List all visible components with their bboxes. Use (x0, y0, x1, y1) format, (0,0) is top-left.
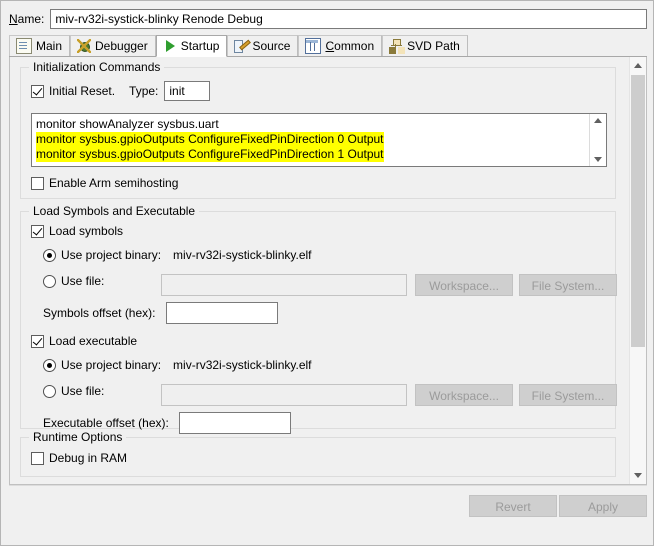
symbols-project-binary-row: Use project binary: miv-rv32i-systick-bl… (43, 248, 312, 262)
command-line: monitor sysbus.gpioOutputs ConfigureFixe… (36, 147, 384, 162)
scroll-up-button[interactable] (630, 57, 646, 74)
initial-reset-row: Initial Reset. Type: (31, 81, 211, 101)
exec-project-binary-value: miv-rv32i-systick-blinky.elf (173, 358, 312, 372)
symbols-file-system-button[interactable]: File System... (519, 274, 617, 296)
initialization-commands-group: Initialization Commands Initial Reset. T… (20, 60, 616, 199)
symbols-use-project-binary-radio[interactable] (43, 248, 56, 262)
tab-common[interactable]: Common (298, 35, 383, 56)
exec-use-file-row: Use file: (43, 384, 104, 398)
document-icon (16, 38, 32, 54)
apply-button[interactable]: Apply (559, 495, 647, 517)
load-symbols-checkbox[interactable] (31, 224, 44, 238)
tab-svd-path[interactable]: SVD Path (382, 35, 468, 56)
config-name-label: Name: (9, 12, 45, 26)
exec-use-project-binary-radio[interactable] (43, 358, 56, 372)
runtime-options-group: Runtime Options Debug in RAM (20, 430, 616, 477)
debug-in-ram-label: Debug in RAM (49, 451, 128, 465)
tab-main[interactable]: Main (9, 35, 71, 56)
initial-reset-checkbox[interactable] (31, 84, 44, 98)
tab-svd-path-label: SVD Path (407, 39, 460, 53)
startup-tab-content: Initialization Commands Initial Reset. T… (10, 57, 625, 484)
debug-in-ram-checkbox[interactable] (31, 451, 44, 465)
symbols-use-project-binary-label: Use project binary: (61, 248, 162, 262)
load-executable-checkbox[interactable] (31, 334, 44, 348)
config-name-input[interactable] (50, 9, 647, 29)
load-symbols-executable-title: Load Symbols and Executable (29, 204, 200, 218)
symbols-project-binary-value: miv-rv32i-systick-blinky.elf (173, 248, 312, 262)
symbols-offset-row: Symbols offset (hex): (43, 302, 278, 324)
exec-use-file-input[interactable] (161, 384, 407, 406)
enable-semihosting-checkbox[interactable] (31, 176, 44, 190)
chevron-down-icon (634, 473, 642, 478)
config-name-row: Name: (9, 8, 647, 30)
executable-offset-label: Executable offset (hex): (43, 416, 169, 430)
initialization-commands-title: Initialization Commands (29, 60, 165, 74)
exec-workspace-button[interactable]: Workspace... (415, 384, 513, 406)
exec-file-system-button[interactable]: File System... (519, 384, 617, 406)
initial-reset-label: Initial Reset. (49, 84, 116, 98)
enable-semihosting-label: Enable Arm semihosting (49, 176, 179, 190)
launch-configuration-dialog: Name: Main Debugger Startup Source Commo… (0, 0, 654, 546)
revert-button[interactable]: Revert (469, 495, 557, 517)
tab-startup-label: Startup (180, 39, 220, 53)
load-symbols-executable-group: Load Symbols and Executable Load symbols… (20, 204, 617, 434)
tab-source[interactable]: Source (227, 35, 299, 56)
tab-bar: Main Debugger Startup Source Common SVD … (9, 35, 647, 57)
initialization-commands-textarea[interactable]: monitor showAnalyzer sysbus.uart monitor… (31, 113, 607, 167)
symbols-use-file-row: Use file: (43, 274, 104, 288)
symbols-use-file-input[interactable] (161, 274, 407, 296)
tab-common-label: Common (325, 39, 375, 53)
source-icon (234, 39, 248, 53)
reset-type-label: Type: (129, 84, 159, 98)
runtime-options-title: Runtime Options (29, 430, 127, 444)
chevron-down-icon[interactable] (594, 157, 602, 162)
exec-use-project-binary-label: Use project binary: (61, 358, 162, 372)
load-symbols-row: Load symbols (31, 224, 123, 238)
symbols-use-file-label: Use file: (61, 274, 105, 288)
command-line: monitor showAnalyzer sysbus.uart (36, 117, 219, 131)
initialization-commands-lines: monitor showAnalyzer sysbus.uart monitor… (32, 114, 589, 166)
chevron-up-icon (634, 63, 642, 68)
tab-source-label: Source (252, 39, 291, 53)
load-symbols-label: Load symbols (49, 224, 124, 238)
tab-main-label: Main (36, 39, 63, 53)
debug-in-ram-row: Debug in RAM (31, 451, 127, 465)
commands-vertical-scrollbar[interactable] (589, 114, 606, 166)
chevron-up-icon[interactable] (594, 118, 602, 123)
scroll-down-button[interactable] (630, 467, 646, 484)
tab-debugger-label: Debugger (95, 39, 148, 53)
enable-semihosting-row: Enable Arm semihosting (31, 176, 178, 190)
symbols-offset-input[interactable] (165, 302, 278, 324)
bug-icon (77, 39, 92, 53)
symbols-offset-label: Symbols offset (hex): (43, 306, 156, 320)
exec-project-binary-row: Use project binary: miv-rv32i-systick-bl… (43, 358, 312, 372)
executable-offset-input[interactable] (178, 412, 291, 434)
load-executable-label: Load executable (49, 334, 138, 348)
table-icon (305, 38, 322, 54)
symbols-workspace-button[interactable]: Workspace... (415, 274, 513, 296)
exec-use-file-radio[interactable] (43, 384, 56, 398)
footer-divider (9, 485, 647, 486)
exec-use-file-label: Use file: (61, 384, 105, 398)
load-executable-row: Load executable (31, 334, 137, 348)
panel-vertical-scrollbar[interactable] (629, 57, 646, 484)
hierarchy-icon (389, 39, 404, 54)
tab-startup[interactable]: Startup (155, 35, 228, 57)
reset-type-input[interactable] (164, 81, 211, 101)
dialog-footer: Revert Apply (9, 485, 647, 539)
startup-tab-panel: Initialization Commands Initial Reset. T… (9, 57, 647, 485)
symbols-use-file-radio[interactable] (43, 274, 56, 288)
play-icon (163, 39, 177, 53)
tab-debugger[interactable]: Debugger (70, 35, 156, 56)
command-line: monitor sysbus.gpioOutputs ConfigureFixe… (36, 132, 384, 147)
scrollbar-thumb[interactable] (631, 75, 645, 347)
